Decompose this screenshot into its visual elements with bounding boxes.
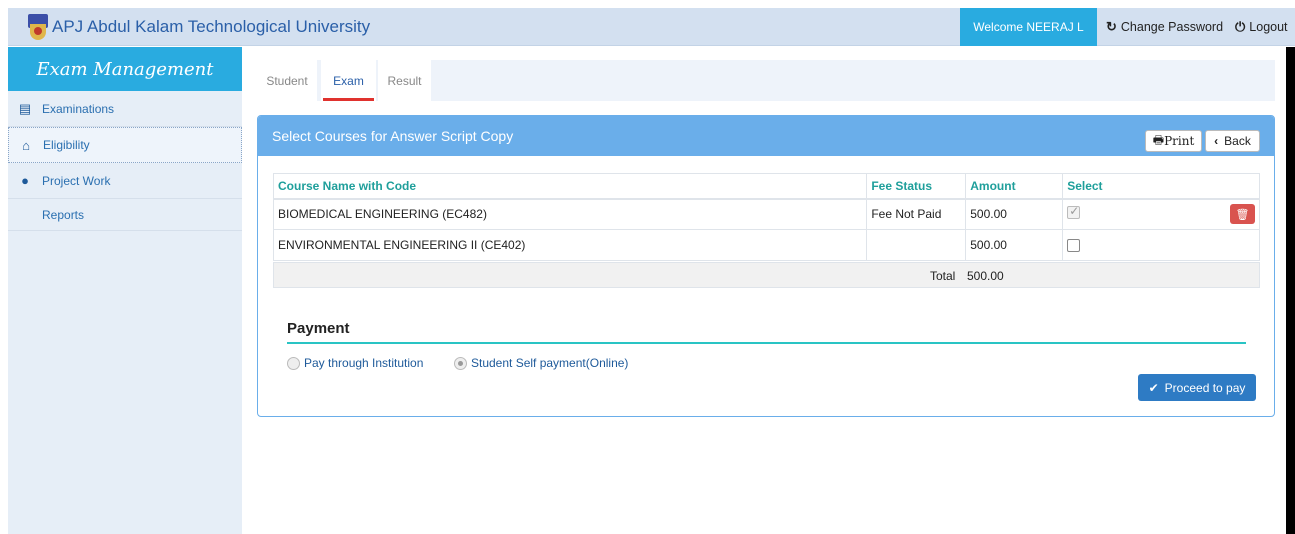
logout-link[interactable]: ⏻ Logout bbox=[1235, 8, 1288, 46]
column-header: Fee Status bbox=[866, 173, 967, 200]
user-icon: ● bbox=[21, 173, 29, 188]
home-icon: ⌂ bbox=[22, 137, 30, 153]
column-header: Course Name with Code bbox=[272, 173, 868, 200]
sidebar-title: Exam Management bbox=[8, 47, 242, 91]
table-header-row: Course Name with Code Fee Status Amount … bbox=[272, 173, 1260, 200]
trash-icon: 🗑 bbox=[1235, 208, 1250, 221]
divider bbox=[287, 342, 1246, 344]
sidebar: Exam Management ▤ Examinations ⌂ Eligibi… bbox=[8, 47, 242, 534]
pay-institution-option[interactable]: Pay through Institution bbox=[287, 356, 423, 370]
back-label: Back bbox=[1224, 134, 1251, 148]
brand-title: APJ Abdul Kalam Technological University bbox=[52, 17, 371, 36]
table-row: ENVIRONMENTAL ENGINEERING II (CE402) 500… bbox=[272, 229, 1260, 261]
logout-label: Logout bbox=[1249, 20, 1288, 34]
welcome-user[interactable]: Welcome NEERAJ L bbox=[960, 8, 1097, 46]
sidebar-item-label: Reports bbox=[42, 207, 85, 222]
total-row: Total 500.00 bbox=[273, 262, 1260, 288]
radio-label: Student Self payment(Online) bbox=[471, 356, 629, 370]
chevron-left-icon: ‹ bbox=[1214, 134, 1219, 148]
fee-status: Fee Not Paid bbox=[866, 198, 967, 230]
print-button[interactable]: 🖶 Print bbox=[1145, 130, 1202, 152]
change-password-label: Change Password bbox=[1120, 20, 1224, 34]
print-icon: 🖶 bbox=[1152, 132, 1165, 147]
course-name: BIOMEDICAL ENGINEERING (EC482) bbox=[272, 198, 868, 230]
select-checkbox[interactable] bbox=[1067, 239, 1081, 253]
change-password-link[interactable]: ↻ Change Password bbox=[1106, 8, 1223, 46]
pay-self-radio[interactable] bbox=[454, 356, 467, 370]
university-logo-icon bbox=[28, 14, 48, 40]
refresh-icon: ↻ bbox=[1106, 19, 1117, 34]
sidebar-item-label: Examinations bbox=[42, 101, 115, 116]
back-button[interactable]: ‹ Back bbox=[1205, 130, 1260, 152]
courses-table: Course Name with Code Fee Status Amount … bbox=[272, 173, 1260, 261]
column-header: Select bbox=[1062, 173, 1260, 200]
fee-status bbox=[866, 229, 967, 261]
column-header: Amount bbox=[965, 173, 1064, 200]
list-icon: ▤ bbox=[18, 100, 32, 116]
tab-student[interactable]: Student bbox=[257, 60, 317, 101]
check-icon: ✔ bbox=[1148, 380, 1159, 395]
total-value: 500.00 bbox=[967, 269, 1004, 283]
amount: 500.00 bbox=[965, 198, 1064, 230]
sidebar-item-examinations[interactable]: ▤ Examinations bbox=[8, 91, 242, 127]
sidebar-item-label: Project Work bbox=[42, 173, 111, 188]
select-checkbox[interactable] bbox=[1067, 204, 1081, 219]
sidebar-item-label: Eligibility bbox=[43, 138, 90, 152]
print-label: Print bbox=[1164, 134, 1195, 148]
radio-label: Pay through Institution bbox=[304, 356, 424, 370]
select-cell: 🗑 bbox=[1062, 198, 1260, 230]
pay-institution-radio[interactable] bbox=[287, 356, 300, 370]
table-row: BIOMEDICAL ENGINEERING (EC482) Fee Not P… bbox=[272, 198, 1260, 230]
page-edge bbox=[1286, 47, 1295, 534]
total-label: Total bbox=[930, 269, 956, 283]
proceed-label: Proceed to pay bbox=[1164, 380, 1246, 395]
brand[interactable]: APJ Abdul Kalam Technological University bbox=[28, 8, 370, 46]
pay-self-option[interactable]: Student Self payment(Online) bbox=[454, 356, 628, 370]
answer-script-panel: Select Courses for Answer Script Copy 🖶 … bbox=[257, 115, 1275, 417]
tab-bar: Student Exam Result bbox=[257, 60, 1275, 101]
top-navbar: APJ Abdul Kalam Technological University… bbox=[8, 8, 1295, 46]
payment-title: Payment bbox=[287, 320, 350, 337]
sidebar-item-reports[interactable]: Reports bbox=[8, 199, 242, 231]
tab-exam[interactable]: Exam bbox=[321, 60, 376, 101]
tab-result[interactable]: Result bbox=[378, 60, 431, 101]
amount: 500.00 bbox=[965, 229, 1064, 261]
delete-button[interactable]: 🗑 bbox=[1230, 204, 1255, 225]
sidebar-item-project-work[interactable]: ● Project Work bbox=[8, 163, 242, 199]
power-icon: ⏻ bbox=[1235, 19, 1246, 34]
select-cell bbox=[1062, 229, 1260, 261]
proceed-to-pay-button[interactable]: ✔ Proceed to pay bbox=[1138, 374, 1256, 401]
panel-title: Select Courses for Answer Script Copy bbox=[258, 116, 1274, 156]
course-name: ENVIRONMENTAL ENGINEERING II (CE402) bbox=[272, 229, 868, 261]
sidebar-item-eligibility[interactable]: ⌂ Eligibility bbox=[8, 127, 242, 163]
